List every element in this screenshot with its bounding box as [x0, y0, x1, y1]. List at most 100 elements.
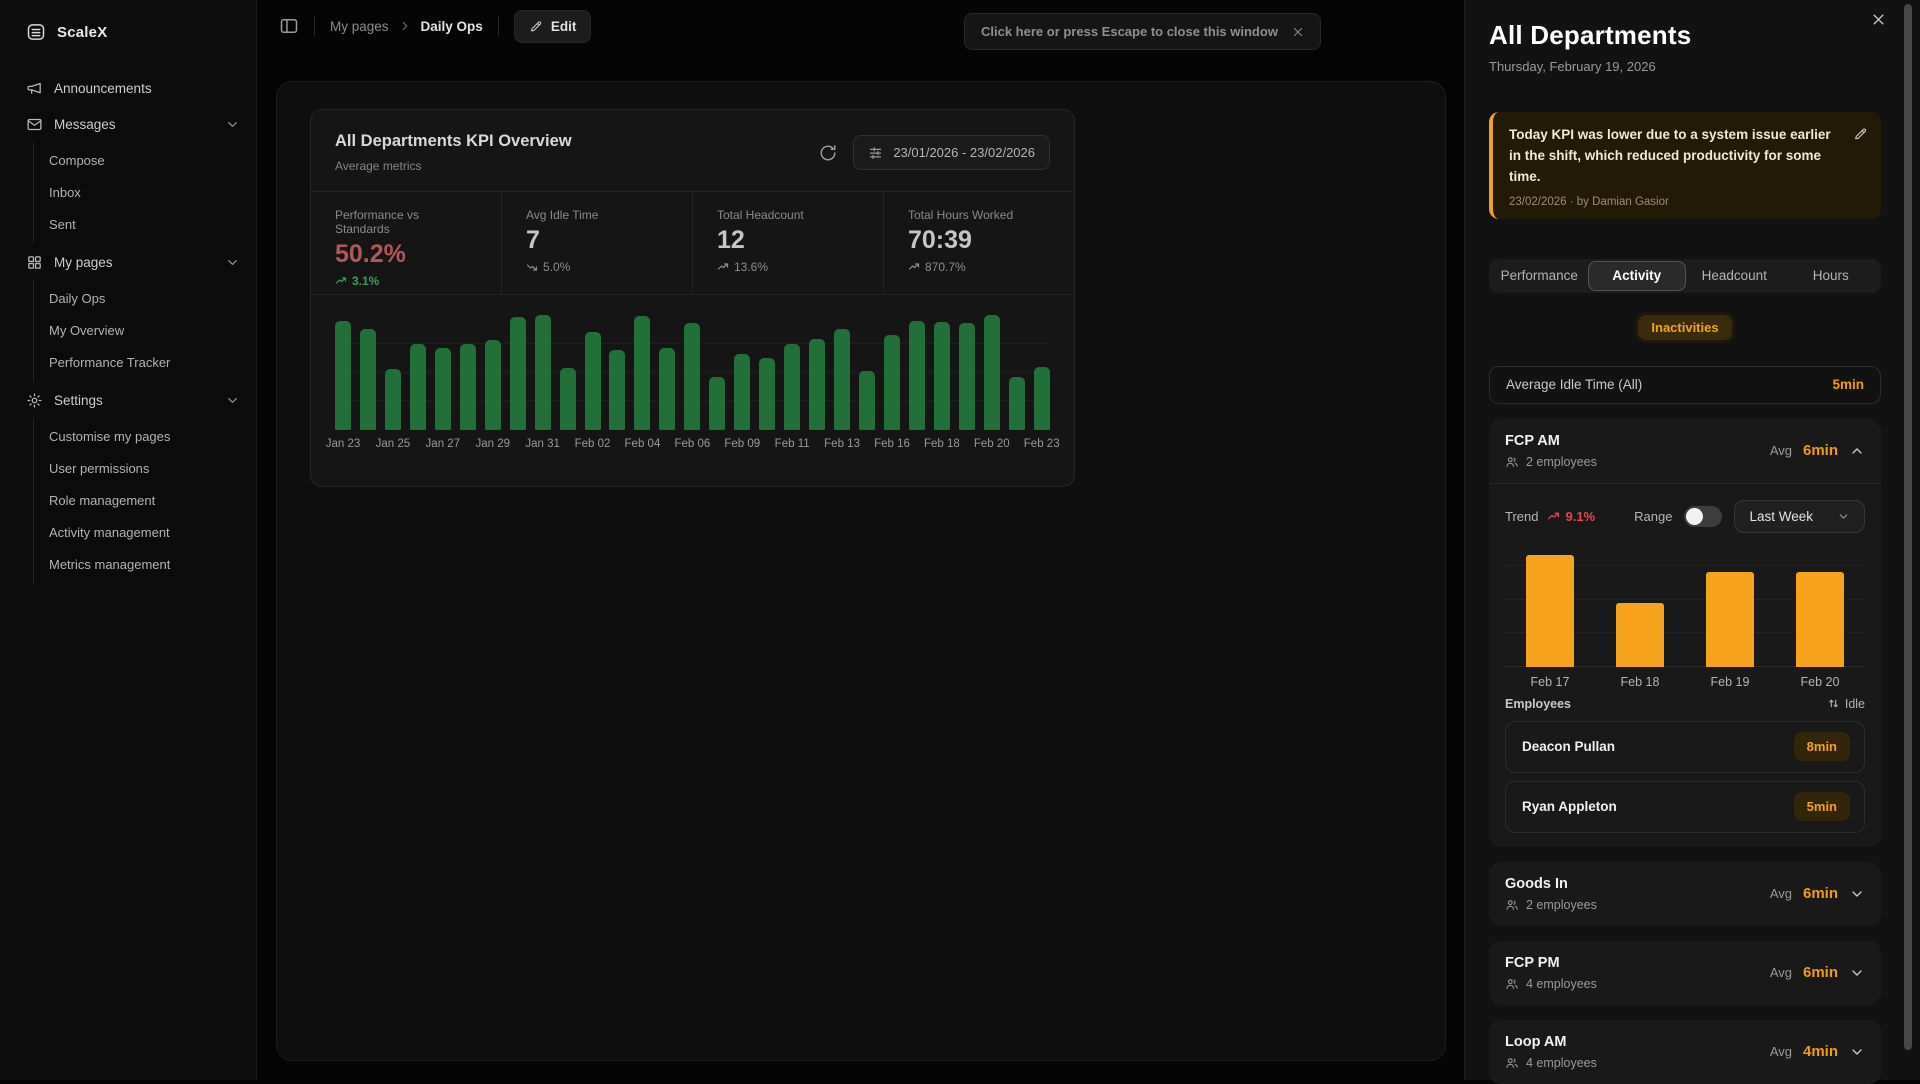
sort-by-idle[interactable]: Idle	[1827, 697, 1865, 711]
bar	[1009, 377, 1025, 430]
sort-label: Idle	[1845, 697, 1865, 711]
bar	[734, 354, 750, 430]
bar-slot	[1009, 315, 1025, 430]
bar	[360, 329, 376, 430]
kpi-delta-value: 13.6%	[734, 260, 768, 274]
panel-scrollbar[interactable]	[1904, 4, 1912, 1050]
chevron-down-icon[interactable]	[1849, 886, 1865, 902]
department-header[interactable]: FCP PM 4 employees Avg 6min	[1489, 941, 1881, 1005]
chevron-down-icon[interactable]	[1849, 965, 1865, 981]
sidebar-item-inbox[interactable]: Inbox	[34, 176, 256, 208]
sidebar-item-sent[interactable]: Sent	[34, 208, 256, 240]
department-name: FCP PM	[1505, 955, 1597, 971]
bar-slot: Jan 29	[485, 315, 501, 430]
people-icon	[1505, 455, 1519, 469]
trend-value: 9.1%	[1547, 509, 1595, 524]
bar-slot: Feb 18	[1595, 555, 1685, 667]
sidebar-item-role-management[interactable]: Role management	[34, 484, 256, 516]
trend-up-icon	[908, 261, 920, 273]
tab-hours[interactable]: Hours	[1783, 261, 1880, 291]
kpi-tile-delta: 870.7%	[908, 260, 1050, 274]
date-range-value: 23/01/2026 - 23/02/2026	[893, 145, 1035, 160]
breadcrumb-parent[interactable]: My pages	[330, 19, 389, 34]
x-axis-tick-label: Feb 18	[1621, 675, 1660, 689]
range-toggle[interactable]	[1684, 506, 1722, 527]
department-header[interactable]: FCP AM 2 employees Avg 6min	[1489, 419, 1881, 483]
department-employee-count: 2 employees	[1505, 455, 1597, 469]
filter-sliders-icon	[868, 145, 883, 160]
tab-headcount[interactable]: Headcount	[1686, 261, 1783, 291]
sidebar-item-label: Announcements	[54, 81, 240, 96]
department-card-goods-in: Goods In 2 employees Avg 6min	[1489, 862, 1881, 926]
bar	[859, 371, 875, 430]
avg-value: 6min	[1803, 442, 1838, 459]
settings-subgroup: Customise my pages User permissions Role…	[33, 418, 256, 584]
topbar: My pages Daily Ops Edit Click here or pr…	[257, 0, 1464, 52]
topbar-divider	[314, 16, 315, 36]
bar-slot: Feb 18	[934, 315, 950, 430]
chevron-down-icon[interactable]	[1849, 1044, 1865, 1060]
bar-slot	[809, 315, 825, 430]
sidebar-item-settings[interactable]: Settings	[0, 382, 256, 418]
sidebar-item-messages[interactable]: Messages	[0, 106, 256, 142]
bar-slot: Feb 09	[734, 315, 750, 430]
sidebar-item-my-pages[interactable]: My pages	[0, 244, 256, 280]
bar	[959, 323, 975, 430]
sidebar-item-metrics-management[interactable]: Metrics management	[34, 548, 256, 580]
bar	[759, 358, 775, 430]
avg-value: 6min	[1803, 964, 1838, 981]
date-range-button[interactable]: 23/01/2026 - 23/02/2026	[853, 135, 1050, 170]
app-logo[interactable]: ScaleX	[0, 0, 256, 42]
sidebar-item-user-permissions[interactable]: User permissions	[34, 452, 256, 484]
bar-slot: Feb 02	[585, 315, 601, 430]
main-area: My pages Daily Ops Edit Click here or pr…	[257, 0, 1464, 1080]
kpi-tile-hours-worked: Total Hours Worked 70:39 870.7%	[883, 192, 1074, 294]
department-employee-count: 2 employees	[1505, 898, 1597, 912]
employee-row[interactable]: Ryan Appleton 5min	[1505, 781, 1865, 833]
bar-slot	[360, 315, 376, 430]
sidebar-item-activity-management[interactable]: Activity management	[34, 516, 256, 548]
range-select[interactable]: Last Week	[1734, 500, 1865, 533]
details-panel: All Departments Thursday, February 19, 2…	[1464, 0, 1920, 1080]
edit-note-pencil-icon[interactable]	[1853, 126, 1868, 141]
sub-item-label: Customise my pages	[49, 429, 170, 444]
department-employee-count: 4 employees	[1505, 1056, 1597, 1070]
panel-close-icon[interactable]	[1871, 12, 1886, 27]
kpi-tile-idle-time: Avg Idle Time 7 5.0%	[501, 192, 692, 294]
edit-button[interactable]: Edit	[514, 10, 592, 43]
sidebar-item-customise-my-pages[interactable]: Customise my pages	[34, 420, 256, 452]
sidebar-item-daily-ops[interactable]: Daily Ops	[34, 282, 256, 314]
bar-slot: Feb 13	[834, 315, 850, 430]
close-icon[interactable]	[1292, 26, 1304, 38]
kpi-tile-label: Total Hours Worked	[908, 208, 1050, 222]
sidebar-toggle-icon[interactable]	[279, 16, 299, 36]
sidebar-item-compose[interactable]: Compose	[34, 144, 256, 176]
gear-icon	[26, 392, 43, 409]
bar	[909, 321, 925, 430]
chevron-up-icon[interactable]	[1849, 443, 1865, 459]
x-axis-tick-label: Feb 04	[625, 438, 661, 450]
trend-percent: 9.1%	[1565, 509, 1595, 524]
department-header[interactable]: Loop AM 4 employees Avg 4min	[1489, 1020, 1881, 1084]
sidebar-item-performance-tracker[interactable]: Performance Tracker	[34, 346, 256, 378]
bar	[609, 350, 625, 431]
note-meta: 23/02/2026 · by Damian Gasior	[1509, 196, 1837, 208]
bar	[784, 344, 800, 430]
refresh-icon[interactable]	[819, 144, 837, 162]
kpi-tile-label: Performance vs Standards	[335, 208, 477, 236]
sidebar-item-announcements[interactable]: Announcements	[0, 70, 256, 106]
sub-item-label: Sent	[49, 217, 76, 232]
employee-row[interactable]: Deacon Pullan 8min	[1505, 721, 1865, 773]
tab-performance[interactable]: Performance	[1491, 261, 1588, 291]
bar	[809, 339, 825, 430]
close-window-notification[interactable]: Click here or press Escape to close this…	[964, 13, 1321, 50]
bar	[1526, 555, 1574, 667]
department-header[interactable]: Goods In 2 employees Avg 6min	[1489, 862, 1881, 926]
chevron-right-icon	[398, 19, 412, 33]
tab-activity[interactable]: Activity	[1588, 261, 1687, 291]
scalex-logo-icon	[26, 22, 46, 42]
sidebar-item-my-overview[interactable]: My Overview	[34, 314, 256, 346]
inactivities-badge[interactable]: Inactivities	[1638, 315, 1731, 340]
badge-row: Inactivities	[1489, 315, 1881, 340]
department-card-fcp-am: FCP AM 2 employees Avg 6min	[1489, 419, 1881, 847]
